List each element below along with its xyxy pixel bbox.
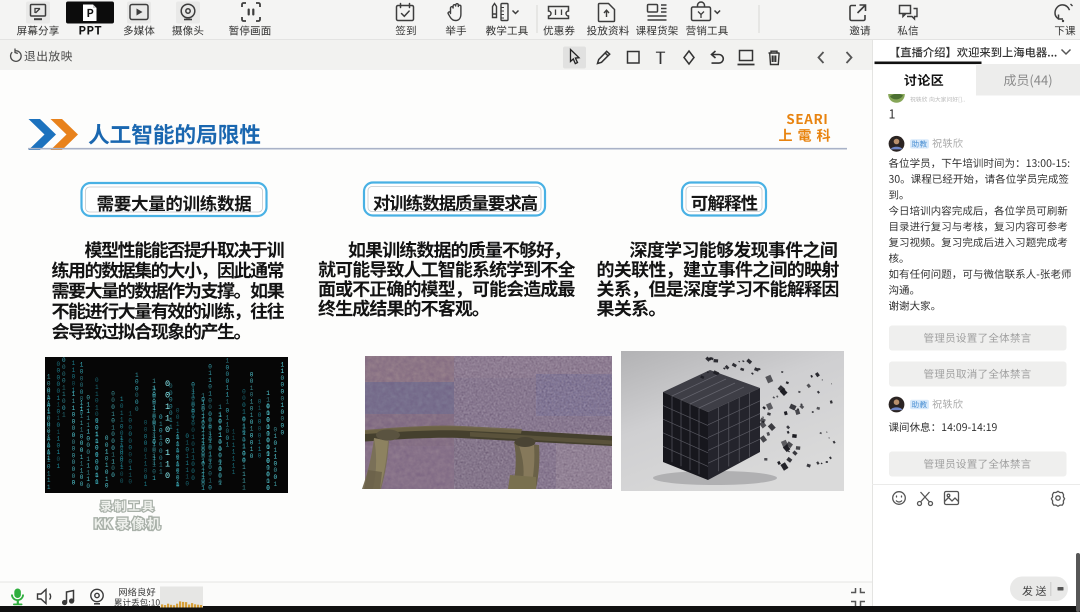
svg-text:1: 1 (165, 402, 170, 412)
svg-text:1: 1 (226, 398, 230, 405)
svg-text:0: 0 (135, 406, 139, 413)
svg-text:1: 1 (274, 481, 278, 488)
svg-text:1: 1 (218, 480, 222, 487)
svg-text:1: 1 (47, 455, 51, 462)
svg-text:0: 0 (165, 471, 170, 481)
svg-text:0: 0 (258, 453, 262, 460)
svg-text:0: 0 (281, 429, 285, 436)
svg-text:1: 1 (152, 460, 156, 467)
svg-text:0: 0 (165, 425, 170, 435)
svg-text:1: 1 (120, 462, 124, 469)
svg-text:0: 0 (80, 481, 84, 488)
svg-text:0: 0 (165, 391, 170, 401)
svg-text:0: 0 (128, 479, 132, 486)
svg-text:0: 0 (208, 484, 212, 491)
svg-text:1: 1 (191, 416, 195, 423)
svg-text:1: 1 (165, 448, 170, 458)
svg-text:0: 0 (165, 437, 170, 447)
svg-text:0: 0 (72, 480, 76, 487)
svg-text:1: 1 (159, 468, 163, 475)
svg-text:1: 1 (62, 412, 66, 419)
svg-text:0: 0 (105, 483, 109, 490)
svg-text:1: 1 (242, 485, 246, 492)
svg-text:0: 0 (250, 453, 254, 460)
svg-text:0: 0 (191, 475, 195, 482)
svg-text:1: 1 (176, 481, 180, 488)
svg-text:1: 1 (144, 481, 148, 488)
svg-text:1: 1 (226, 442, 230, 449)
svg-text:1: 1 (47, 484, 51, 491)
svg-text:1: 1 (201, 485, 205, 492)
svg-text:0: 0 (86, 483, 90, 490)
svg-text:0: 0 (111, 472, 115, 479)
svg-text:0: 0 (165, 379, 170, 389)
svg-text:1: 1 (165, 460, 170, 470)
svg-text:1: 1 (152, 475, 156, 482)
svg-text:1: 1 (57, 463, 61, 470)
svg-text:1: 1 (95, 479, 99, 486)
svg-text:0: 0 (120, 478, 124, 485)
svg-text:1: 1 (165, 414, 170, 424)
svg-text:1: 1 (232, 469, 236, 476)
svg-text:0: 0 (185, 480, 189, 487)
svg-text:1: 1 (208, 459, 212, 466)
svg-text:0: 0 (266, 485, 270, 492)
